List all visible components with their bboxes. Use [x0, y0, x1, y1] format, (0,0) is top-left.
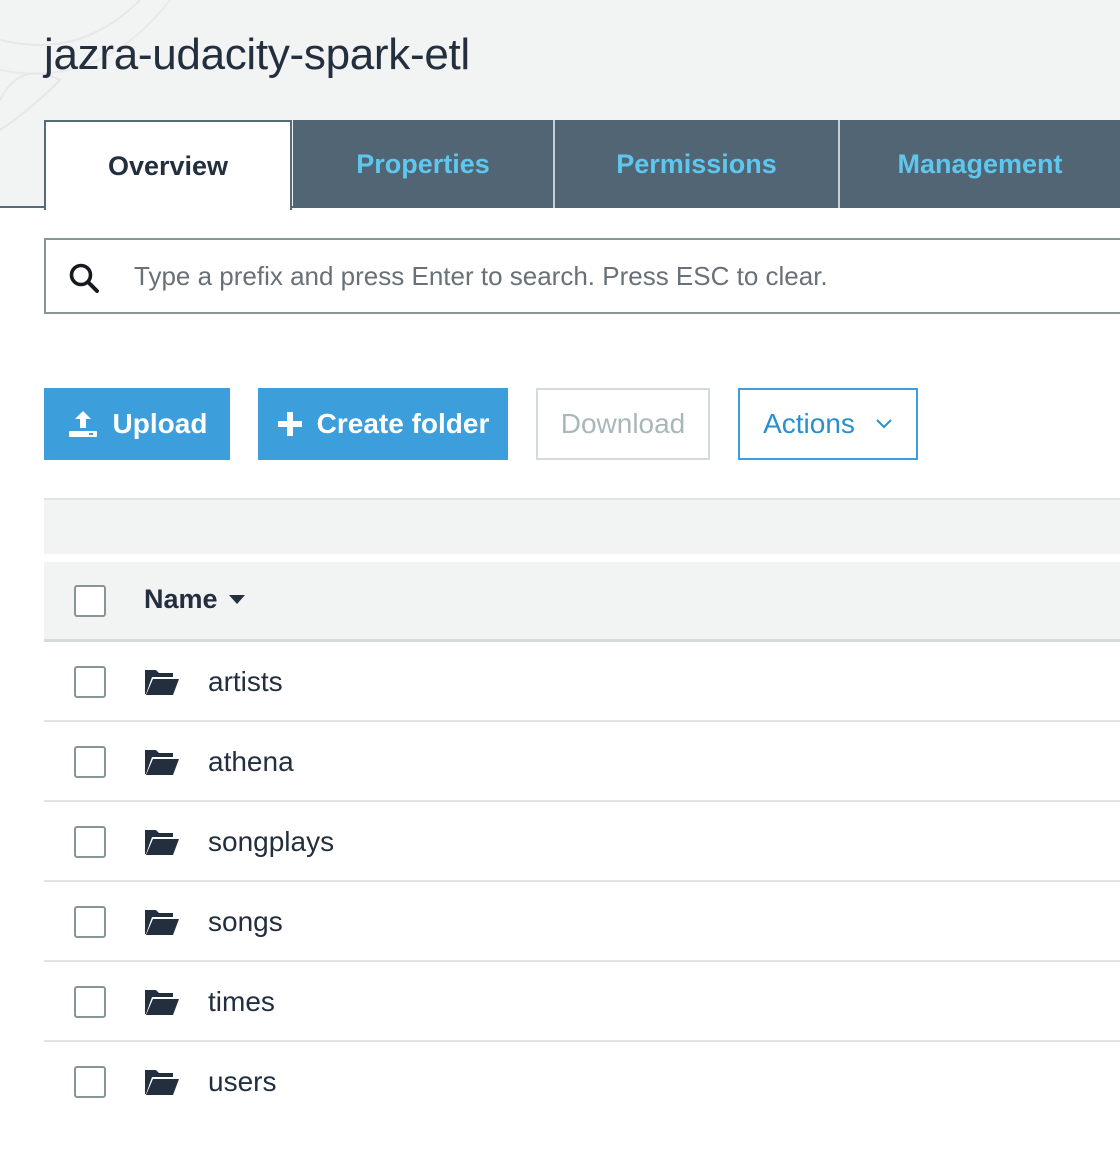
object-list: artists athena songplays songs times use… [44, 642, 1120, 1122]
table-row: times [44, 962, 1120, 1042]
search-icon [69, 263, 99, 293]
plus-icon [277, 411, 303, 437]
folder-icon [145, 750, 179, 775]
actions-label: Actions [763, 408, 855, 439]
folder-icon [145, 910, 179, 935]
select-all-checkbox[interactable] [74, 585, 106, 617]
row-checkbox[interactable] [74, 986, 106, 1018]
upload-label: Upload [112, 408, 208, 439]
folder-icon [145, 830, 179, 855]
tab-permissions[interactable]: Permissions [553, 120, 838, 208]
row-checkbox[interactable] [74, 746, 106, 778]
row-checkbox[interactable] [74, 1066, 106, 1098]
row-checkbox[interactable] [74, 826, 106, 858]
name-column-header[interactable]: Name [144, 584, 246, 615]
folder-name-link[interactable]: athena [208, 746, 294, 778]
table-row: songs [44, 882, 1120, 962]
search-input[interactable] [134, 240, 1114, 312]
folder-name-link[interactable]: songs [208, 906, 283, 938]
table-row: artists [44, 642, 1120, 722]
row-checkbox[interactable] [74, 666, 106, 698]
upload-button[interactable]: Upload [44, 388, 230, 460]
tab-properties[interactable]: Properties [293, 120, 553, 208]
search-box [44, 238, 1120, 314]
create-folder-label: Create folder [316, 408, 490, 439]
create-folder-button[interactable]: Create folder [258, 388, 508, 460]
name-column-label: Name [144, 584, 218, 614]
row-checkbox[interactable] [74, 906, 106, 938]
table-row: athena [44, 722, 1120, 802]
download-button[interactable]: Download [536, 388, 710, 460]
chevron-down-icon [875, 418, 893, 430]
folder-name-link[interactable]: artists [208, 666, 283, 698]
folder-icon [145, 990, 179, 1015]
upload-icon [67, 409, 99, 439]
folder-icon [145, 1070, 179, 1095]
table-row: users [44, 1042, 1120, 1122]
actions-dropdown-button[interactable]: Actions [738, 388, 918, 460]
folder-name-link[interactable]: times [208, 986, 275, 1018]
tab-overview[interactable]: Overview [44, 120, 292, 210]
table-toolbar-bar [44, 498, 1120, 554]
page-title: jazra-udacity-spark-etl [44, 30, 470, 79]
folder-name-link[interactable]: users [208, 1066, 276, 1098]
table-header: Name [44, 562, 1120, 642]
folder-icon [145, 670, 179, 695]
caret-down-icon [228, 594, 246, 605]
tab-management[interactable]: Management [838, 120, 1120, 208]
download-label: Download [560, 408, 686, 439]
table-row: songplays [44, 802, 1120, 882]
folder-name-link[interactable]: songplays [208, 826, 334, 858]
